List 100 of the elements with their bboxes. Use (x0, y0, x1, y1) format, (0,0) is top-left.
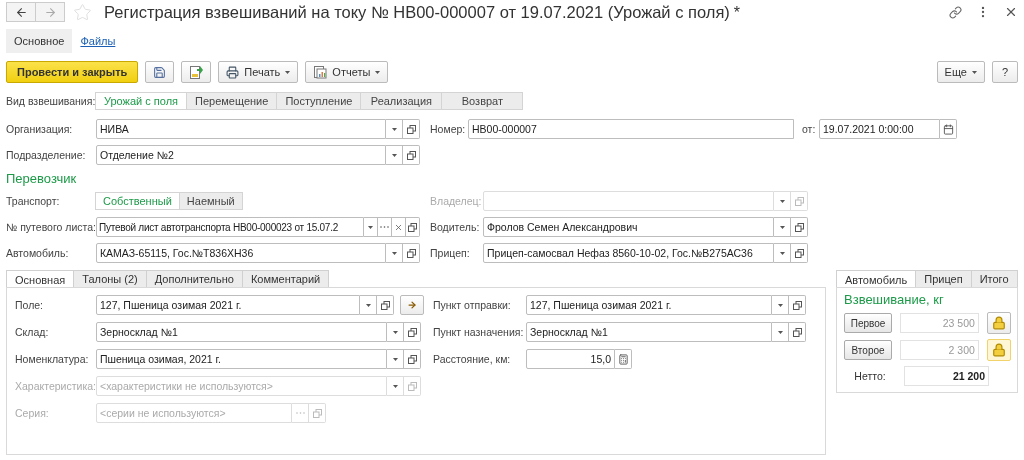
field-label: Расстояние, км: (433, 353, 512, 365)
segment-tab[interactable]: Наемный (178, 192, 243, 210)
field-label: Серия: (15, 407, 50, 419)
caret-icon (368, 225, 373, 229)
post-and-close-button[interactable]: Провести и закрыть (6, 61, 139, 83)
open-button[interactable] (377, 295, 394, 315)
panel-tab[interactable]: Прицеп (915, 270, 972, 288)
open-button[interactable] (404, 349, 421, 369)
input-field[interactable]: 19.07.2021 0:00:00 (819, 119, 940, 139)
field-label: Водитель: (430, 221, 481, 233)
form-tab[interactable]: Комментарий (241, 270, 330, 288)
section-tab[interactable]: Файлы (72, 29, 124, 53)
weigh-button[interactable]: Первое (844, 313, 893, 333)
input-field[interactable]: НИВА (96, 119, 386, 139)
window-icon (792, 300, 802, 310)
lock-button[interactable] (986, 339, 1011, 361)
segment-tab[interactable]: Перемещение (186, 92, 278, 110)
print-button[interactable]: Печать (218, 61, 299, 83)
dropdown-button[interactable] (774, 191, 791, 211)
input-field[interactable]: 127, Пшеница озимая 2021 г. (96, 295, 360, 315)
dropdown-button[interactable] (364, 217, 378, 237)
window-icon (792, 327, 802, 337)
input-field[interactable]: 127, Пшеница озимая 2021 г. (526, 295, 772, 315)
printer-icon (226, 65, 240, 79)
segment-tab[interactable]: Реализация (360, 92, 443, 110)
lock-button[interactable] (986, 312, 1011, 334)
lock-icon (991, 316, 1006, 330)
caret-icon (391, 153, 397, 157)
panel-tab[interactable]: Итого (970, 270, 1018, 288)
save-button[interactable] (145, 61, 175, 83)
caret-icon (392, 330, 398, 334)
caret-icon (365, 303, 371, 307)
panel-heading: Взвешивание, кг (844, 292, 945, 307)
open-button[interactable] (789, 322, 806, 342)
segment-tab[interactable]: Собственный (95, 192, 180, 210)
window-icon (406, 248, 416, 258)
form-tab[interactable]: Талоны (2) (73, 270, 147, 288)
help-button[interactable]: ? (992, 61, 1018, 83)
field-label: Характеристика: (15, 380, 96, 392)
window-icon (794, 248, 804, 258)
field-label: от: (802, 123, 817, 135)
input-field[interactable]: Путевой лист автотранспорта НВ00-000023 от 15.07.2 (96, 217, 364, 237)
segment-tab[interactable]: Урожай с поля (95, 92, 188, 110)
input-field[interactable]: КАМАЗ-65115, Гос.№Т836ХН36 (96, 243, 386, 263)
caret-icon (779, 251, 785, 255)
clear-button[interactable] (392, 217, 406, 237)
field-label: Владелец: (430, 195, 483, 207)
input-field[interactable]: Пшеница озимая, 2021 г. (96, 349, 387, 369)
select-button[interactable] (378, 217, 392, 237)
fill-route-button[interactable] (400, 295, 424, 315)
caret-icon (391, 127, 397, 131)
section-heading: Перевозчик (6, 171, 78, 187)
input-field[interactable]: НВ00-000007 (468, 119, 794, 139)
open-button[interactable] (791, 243, 808, 263)
input-field[interactable]: Зерносклад №1 (96, 322, 387, 342)
open-button[interactable] (403, 119, 420, 139)
segment-tab[interactable]: Поступление (276, 92, 362, 110)
section-tab[interactable]: Основное (6, 29, 73, 53)
weight-value: 2 300 (900, 340, 979, 360)
input-field[interactable]: Прицеп-самосвал Нефаз 8560-10-02, Гос.№В275АС36 (483, 243, 774, 263)
weigh-button[interactable]: Второе (844, 340, 893, 360)
open-button[interactable] (403, 243, 420, 263)
field-label: Пункт назначения: (433, 326, 525, 338)
field-label: Склад: (15, 326, 50, 338)
back-button[interactable] (6, 2, 36, 22)
input-field[interactable]: 15,0 (526, 349, 615, 369)
input-field[interactable]: Фролов Семен Александрович (483, 217, 774, 237)
calendar-button[interactable] (940, 119, 957, 139)
panel-tab[interactable]: Автомобиль (836, 270, 917, 288)
open-button[interactable] (403, 145, 420, 165)
input-field[interactable]: Отделение №2 (96, 145, 386, 165)
post-button[interactable] (181, 61, 212, 83)
net-value: 21 200 (904, 366, 989, 386)
favorite-star-icon[interactable] (73, 2, 92, 22)
window-icon (312, 408, 322, 418)
field-label: Автомобиль: (6, 247, 70, 259)
close-icon[interactable] (1004, 5, 1018, 19)
field-label: Номер: (430, 123, 467, 135)
field-label: Организация: (6, 123, 74, 135)
net-label: Нетто: (853, 370, 887, 382)
more-button[interactable]: Еще (936, 61, 985, 83)
window-icon (406, 150, 416, 160)
open-button[interactable] (406, 217, 420, 237)
segment-tab[interactable]: Возврат (441, 92, 524, 110)
field-label: Пункт отправки: (433, 299, 512, 311)
caret-icon (375, 70, 381, 74)
caret-icon (777, 303, 783, 307)
field-label: Транспорт: (6, 195, 61, 207)
field-label: Вид взвешивания: (6, 95, 96, 107)
form-tab[interactable]: Дополнительно (145, 270, 243, 288)
form-tab[interactable]: Основная (6, 270, 75, 288)
reports-button[interactable]: Отчеты (305, 61, 389, 83)
arrow-icon (407, 300, 417, 310)
open-button[interactable] (789, 295, 806, 315)
open-button[interactable] (791, 217, 808, 237)
open-button[interactable] (404, 322, 421, 342)
calculator-button[interactable] (615, 349, 632, 369)
dropdown-button[interactable] (387, 376, 404, 396)
input-field[interactable]: Зерносклад №1 (526, 322, 772, 342)
link-icon[interactable] (949, 5, 962, 19)
